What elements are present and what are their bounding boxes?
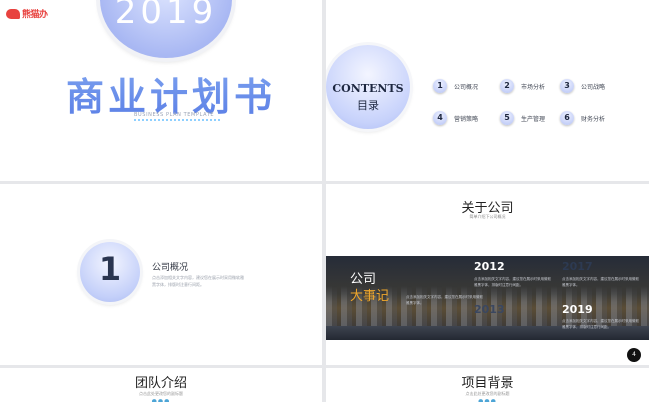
subtitle-underline: [134, 119, 222, 121]
section-title: 公司概况: [152, 263, 189, 273]
event-year: 2017: [562, 260, 593, 273]
cover-year: 2019: [114, 0, 218, 32]
toc-label: 市场分析: [521, 83, 546, 91]
section-number-circle: 1: [80, 242, 140, 302]
toc-number: 1: [433, 79, 447, 93]
toc-number: 4: [433, 111, 447, 125]
toc-number: 2: [500, 79, 514, 93]
slide-background[interactable]: 项目背景 点击此处更改您的副标题 ●●●: [326, 368, 649, 402]
section-text: 点击添加相关文字内容，建议您在展示时采用微软雅黑字体，排版时注意行间距。: [152, 275, 244, 287]
page-number-badge: 4: [627, 348, 641, 362]
slide-section-1[interactable]: 1 公司概况 点击添加相关文字内容，建议您在展示时采用微软雅黑字体，排版时注意行…: [0, 184, 322, 365]
about-subtitle: 简单介绍下公司概况: [469, 214, 506, 219]
slide-about[interactable]: 关于公司 简单介绍下公司概况 公司 大事记 2012 点击添加相关文字内容，建议…: [326, 184, 649, 365]
toc-label: 公司概况: [454, 83, 479, 91]
section-number: 1: [98, 250, 122, 288]
toc-number: 6: [560, 111, 574, 125]
toc-number: 5: [500, 111, 514, 125]
slide-cover[interactable]: 熊猫办 2019 商业计划书 BUSINESS PLAN TEMPLATE: [0, 0, 322, 181]
team-subtitle: 点击此处更改您的副标题: [139, 391, 183, 396]
panda-logo-icon: [6, 8, 20, 19]
team-title: 团队介绍: [134, 376, 187, 391]
banner-title-line2: 大事记: [350, 289, 390, 304]
contents-heading-cn: 目录: [357, 99, 379, 112]
slide-contents[interactable]: CONTENTS 目录 1 公司概况 2 市场分析 3 公司战略 4 营销策略 …: [326, 0, 649, 181]
background-title: 项目背景: [461, 376, 514, 391]
event-text: 点击添加相关文字内容，建议您在展示时采用微软雅黑字体。: [562, 277, 639, 287]
year-circle: 2019: [100, 0, 232, 58]
toc-label: 财务分析: [581, 115, 606, 123]
event-text: 点击添加相关文字内容，建议您在展示时采用微软雅黑字体。: [406, 295, 483, 305]
toc-item: 1 公司概况: [433, 79, 478, 93]
toc-item: 3 公司战略: [560, 79, 605, 93]
event-year: 2012: [474, 260, 505, 273]
toc-number: 3: [560, 79, 574, 93]
title-dots-icon: ●●●: [478, 398, 497, 402]
contents-circle: CONTENTS 目录: [326, 45, 410, 129]
slide-team[interactable]: 团队介绍 点击此处更改您的副标题 ●●●: [0, 368, 322, 402]
city-banner: 公司 大事记 2012 点击添加相关文字内容，建议您在展示时采用微软雅黑字体，排…: [326, 256, 649, 340]
event-text: 点击添加相关文字内容，建议您在展示时采用微软雅黑字体，排版时注意行间距。: [562, 319, 639, 329]
toc-item: 4 营销策略: [433, 111, 478, 125]
toc-item: 5 生产管理: [500, 111, 545, 125]
event-text: 点击添加相关文字内容，建议您在展示时采用微软雅黑字体，排版时注意行间距。: [474, 277, 551, 287]
toc-label: 公司战略: [581, 83, 606, 91]
toc-item: 2 市场分析: [500, 79, 545, 93]
contents-heading-en: CONTENTS: [332, 82, 404, 95]
toc-label: 生产管理: [521, 115, 546, 123]
title-dots-icon: ●●●: [151, 398, 171, 402]
cover-subtitle: BUSINESS PLAN TEMPLATE: [134, 112, 215, 118]
event-year: 2019: [562, 303, 593, 316]
toc-label: 营销策略: [454, 115, 479, 123]
background-subtitle: 点击此处更改您的副标题: [465, 391, 510, 396]
logo-text: 熊猫办: [22, 10, 48, 20]
toc-item: 6 财务分析: [560, 111, 605, 125]
brand-logo: 熊猫办: [6, 7, 48, 20]
